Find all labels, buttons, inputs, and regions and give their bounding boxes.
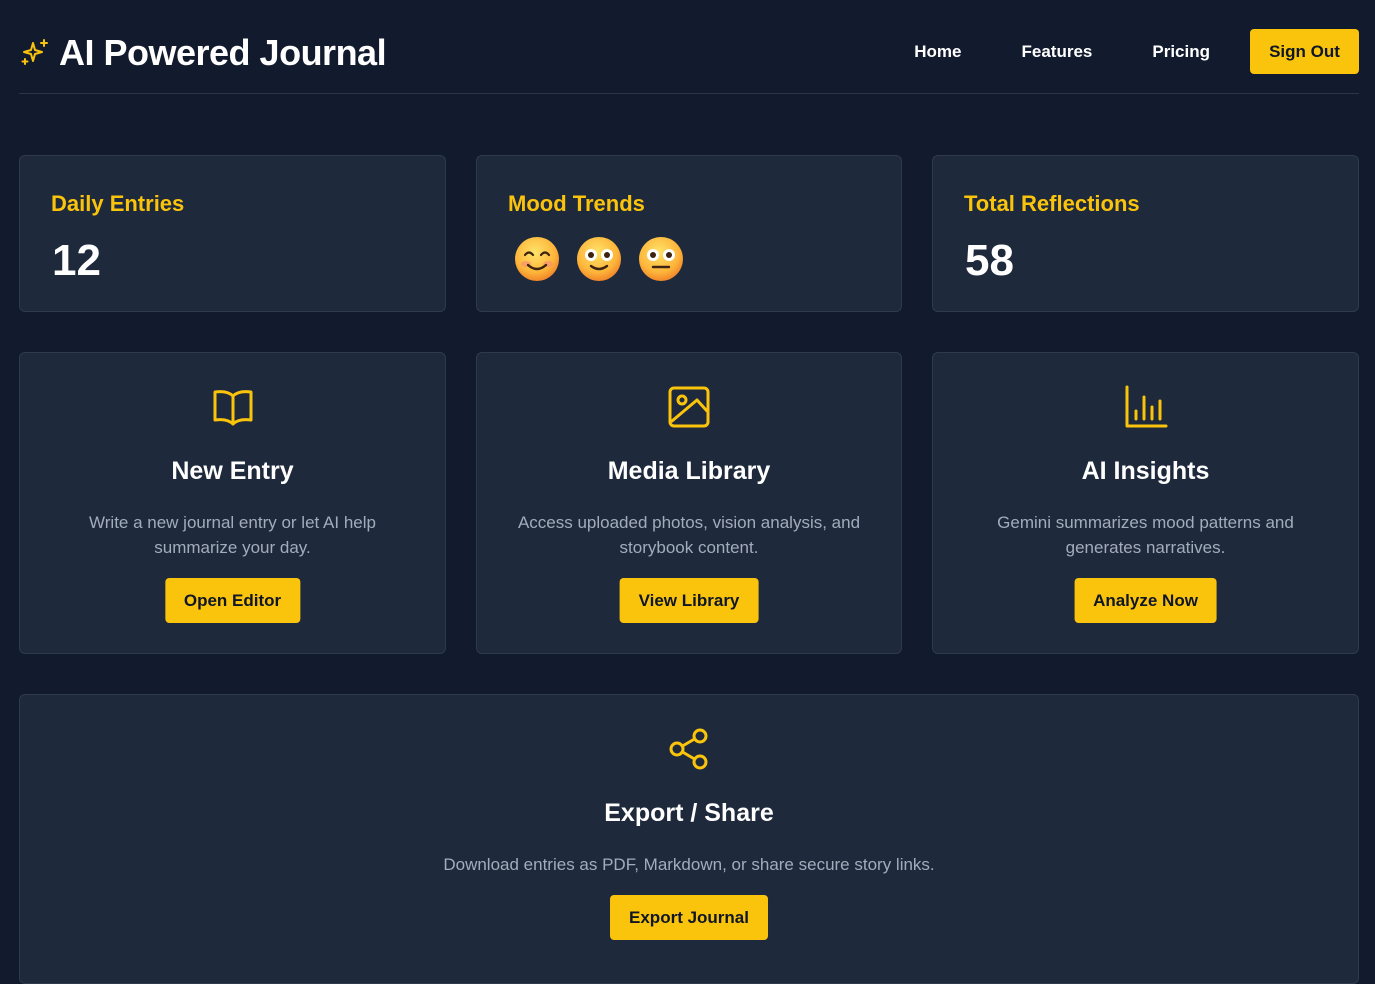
export-description: Download entries as PDF, Markdown, or sh… [443,855,935,874]
export-share-card: Export / Share Download entries as PDF, … [19,694,1359,984]
stat-card-daily-entries: Daily Entries 12 [19,155,446,312]
main-nav: Home Features Pricing Sign Out [914,29,1359,74]
bar-chart-icon [1122,383,1170,431]
book-open-icon [209,383,257,431]
stat-value: 58 [965,236,1014,285]
open-editor-button[interactable]: Open Editor [164,578,301,623]
export-title: Export / Share [604,799,774,827]
stat-card-mood-trends: Mood Trends [476,155,902,312]
feature-card-media-library: Media Library Access uploaded photos, vi… [476,352,902,654]
sparkles-icon [19,37,51,69]
stat-value: 12 [52,236,101,285]
share-icon [665,725,713,773]
view-library-button[interactable]: View Library [619,578,759,623]
analyze-now-button[interactable]: Analyze Now [1074,578,1217,623]
feature-description: Access uploaded photos, vision analysis,… [517,513,861,557]
feature-title: AI Insights [1081,457,1210,485]
nav-features[interactable]: Features [1022,42,1093,62]
nav-home[interactable]: Home [914,42,961,62]
image-icon [665,383,713,431]
feature-title: New Entry [171,457,294,485]
neutral-face-emoji [638,236,684,282]
mood-emoji-list [514,236,684,282]
feature-description: Gemini summarizes mood patterns and gene… [997,513,1294,557]
stat-card-total-reflections: Total Reflections 58 [932,155,1359,312]
stat-label: Total Reflections [964,191,1140,216]
top-header: AI Powered Journal Home Features Pricing… [19,0,1359,94]
feature-card-ai-insights: AI Insights Gemini summarizes mood patte… [932,352,1359,654]
stat-label: Mood Trends [508,191,645,216]
brand: AI Powered Journal [19,31,387,75]
export-journal-button[interactable]: Export Journal [610,895,768,940]
smiling-face-emoji [514,236,560,282]
stat-label: Daily Entries [51,191,185,216]
wide-eyed-face-emoji [576,236,622,282]
feature-title: Media Library [607,457,771,485]
feature-description: Write a new journal entry or let AI help… [89,513,376,557]
sign-out-button[interactable]: Sign Out [1250,29,1359,74]
nav-pricing[interactable]: Pricing [1152,42,1210,62]
feature-card-new-entry: New Entry Write a new journal entry or l… [19,352,446,654]
app-title: AI Powered Journal [59,32,387,73]
